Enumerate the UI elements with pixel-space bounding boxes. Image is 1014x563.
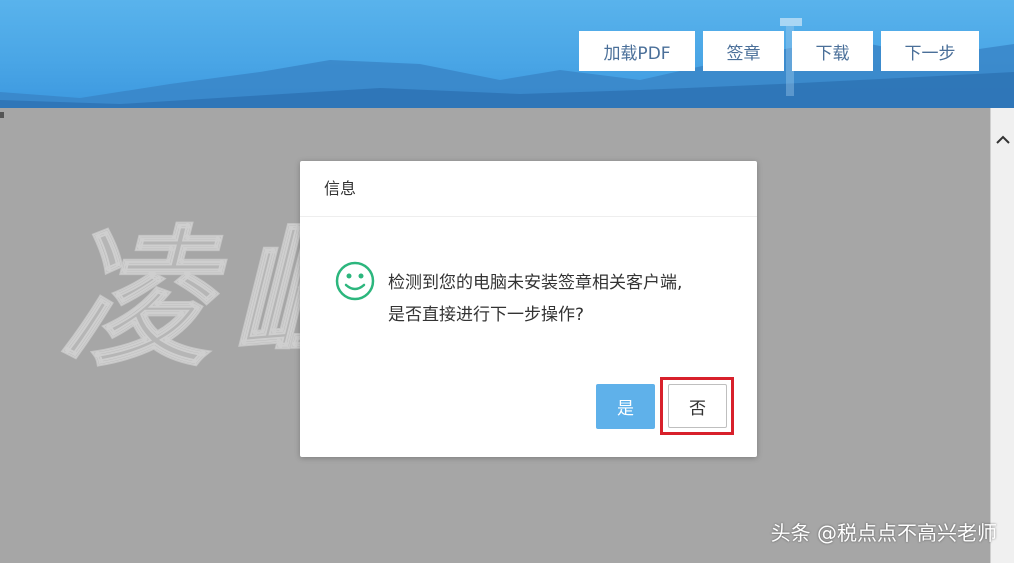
next-step-button[interactable]: 下一步 (881, 31, 979, 71)
header-banner: 加载PDF 签章 下载 下一步 (0, 0, 1014, 108)
dialog-title: 信息 (300, 161, 757, 217)
info-dialog: 信息 检测到您的电脑未安装签章相关客户端, 是否直接进行下一步操作? 是 否 (300, 161, 757, 457)
load-pdf-button[interactable]: 加载PDF (579, 31, 695, 71)
vertical-scrollbar[interactable] (990, 108, 1014, 563)
corner-marker (0, 112, 4, 118)
sign-button[interactable]: 签章 (703, 31, 784, 71)
message-line-1: 检测到您的电脑未安装签章相关客户端, (388, 273, 683, 293)
no-button[interactable]: 否 (668, 384, 727, 428)
source-credit: 头条 @税点点不高兴老师 (770, 521, 997, 545)
message-line-2: 是否直接进行下一步操作? (388, 305, 585, 325)
yes-button[interactable]: 是 (596, 384, 655, 429)
toolbar: 加载PDF 签章 下载 下一步 (579, 31, 979, 71)
download-button[interactable]: 下载 (792, 31, 873, 71)
dialog-message: 检测到您的电脑未安装签章相关客户端, 是否直接进行下一步操作? (388, 267, 682, 331)
chevron-up-icon[interactable] (991, 130, 1014, 150)
page: 加载PDF 签章 下载 下一步 凌峰联讯 信息 检测到您的电脑未安装签章相关客户… (0, 0, 1014, 563)
smiley-icon (335, 261, 375, 305)
